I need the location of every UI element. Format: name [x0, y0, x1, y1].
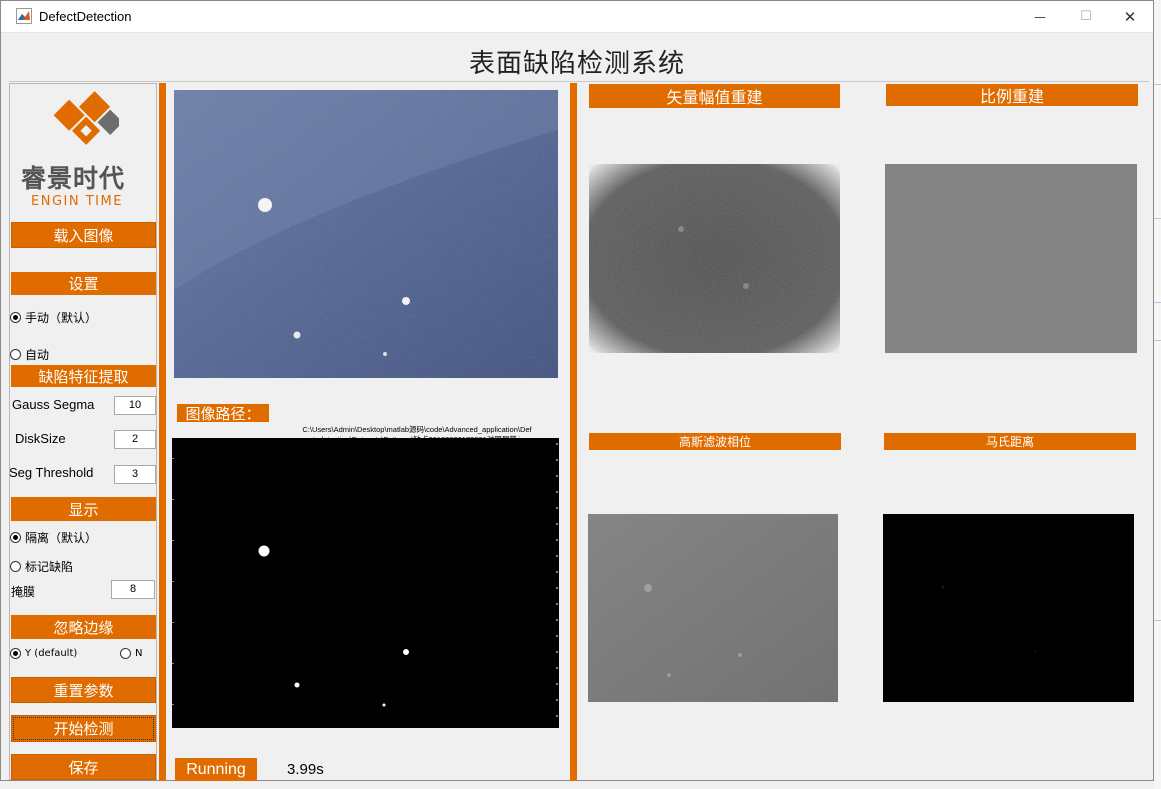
- gauss-phase-canvas: [588, 514, 838, 702]
- ignore-edge-no-radio[interactable]: N: [120, 648, 142, 659]
- mahalanobis-image: [883, 514, 1134, 702]
- middle-separator-bar: [570, 83, 577, 781]
- minimize-button[interactable]: —: [1017, 1, 1063, 32]
- gauss-segma-input[interactable]: 10: [114, 396, 156, 415]
- image-path-label: 图像路径：: [177, 404, 269, 423]
- save-button[interactable]: 保存: [11, 754, 156, 780]
- matlab-app-icon: [16, 8, 32, 24]
- mode-manual-label: 手动（默认）: [25, 311, 98, 325]
- load-image-button[interactable]: 载入图像: [11, 222, 156, 248]
- gauss-segma-label: Gauss Segma: [12, 397, 95, 412]
- radio-selected-icon: [10, 648, 21, 659]
- ignore-edge-yes-label: Y (default): [25, 648, 78, 659]
- main-content: 表面缺陷检测系统 睿景时代 ENGIN TIME 载入图像 设置 手动（默认） …: [1, 33, 1153, 781]
- minimize-icon: —: [1034, 9, 1046, 24]
- original-image: [174, 90, 558, 378]
- mode-auto-radio[interactable]: 自动: [10, 346, 49, 363]
- radio-unselected-icon: [10, 561, 21, 572]
- left-separator-bar: [159, 83, 166, 781]
- app-window: DefectDetection — ☐ ✕ 表面缺陷检测系统 睿景时代 ENGI…: [0, 0, 1154, 781]
- maximize-icon: ☐: [1080, 9, 1092, 24]
- settings-header: 设置: [11, 272, 156, 295]
- radio-selected-icon: [10, 312, 21, 323]
- ratio-reconstruction-title: 比例重建: [886, 84, 1138, 106]
- ratio-reconstruction-image: [885, 164, 1137, 353]
- close-button[interactable]: ✕: [1107, 1, 1153, 32]
- mode-auto-label: 自动: [25, 348, 50, 362]
- display-mark-label: 标记缺陷: [25, 560, 74, 574]
- status-label: Running: [175, 758, 257, 781]
- company-logo-icon: [53, 91, 119, 145]
- disksize-label: DiskSize: [15, 431, 66, 446]
- vector-amplitude-title: 矢量幅值重建: [589, 84, 840, 108]
- logo-text-en: ENGIN TIME: [31, 194, 123, 209]
- seg-threshold-input[interactable]: 3: [114, 465, 156, 484]
- mahalanobis-canvas: [883, 514, 1134, 702]
- vector-amplitude-canvas: [589, 164, 840, 353]
- ratio-reconstruction-canvas: [885, 164, 1137, 353]
- binary-result-image: [172, 438, 559, 728]
- gauss-phase-title: 高斯滤波相位: [589, 433, 841, 450]
- reset-params-button[interactable]: 重置参数: [11, 677, 156, 703]
- mask-input[interactable]: 8: [111, 580, 155, 599]
- app-title: 表面缺陷检测系统: [468, 49, 685, 79]
- radio-unselected-icon: [120, 648, 131, 659]
- ignore-edge-no-label: N: [135, 648, 143, 659]
- mode-manual-radio[interactable]: 手动（默认）: [10, 309, 97, 326]
- maximize-button[interactable]: ☐: [1063, 1, 1109, 32]
- ignore-edge-header: 忽略边缘: [11, 615, 156, 639]
- display-mark-radio[interactable]: 标记缺陷: [10, 558, 73, 575]
- close-icon: ✕: [1123, 7, 1137, 26]
- title-divider: [9, 81, 1149, 82]
- radio-selected-icon: [10, 532, 21, 543]
- binary-result-canvas: [172, 438, 559, 728]
- gauss-phase-image: [588, 514, 838, 702]
- title-bar: DefectDetection — ☐ ✕: [1, 1, 1153, 33]
- radio-unselected-icon: [10, 349, 21, 360]
- ignore-edge-yes-radio[interactable]: Y (default): [10, 648, 77, 659]
- vector-amplitude-image: [589, 164, 840, 353]
- display-isolate-label: 隔离（默认）: [25, 531, 98, 545]
- display-isolate-radio[interactable]: 隔离（默认）: [10, 529, 97, 546]
- logo-text-cn: 睿景时代: [21, 164, 126, 193]
- disksize-input[interactable]: 2: [114, 430, 156, 449]
- background-app-edge: [1154, 0, 1161, 789]
- feature-extraction-header: 缺陷特征提取: [11, 365, 156, 387]
- display-header: 显示: [11, 497, 156, 521]
- original-image-canvas: [174, 90, 558, 378]
- start-detection-button[interactable]: 开始检测: [11, 715, 156, 742]
- elapsed-time: 3.99s: [287, 761, 324, 778]
- seg-threshold-label: Seg Threshold: [9, 465, 94, 480]
- window-title: DefectDetection: [39, 9, 132, 24]
- mahalanobis-title: 马氏距离: [884, 433, 1136, 450]
- mask-label: 掩膜: [11, 585, 36, 599]
